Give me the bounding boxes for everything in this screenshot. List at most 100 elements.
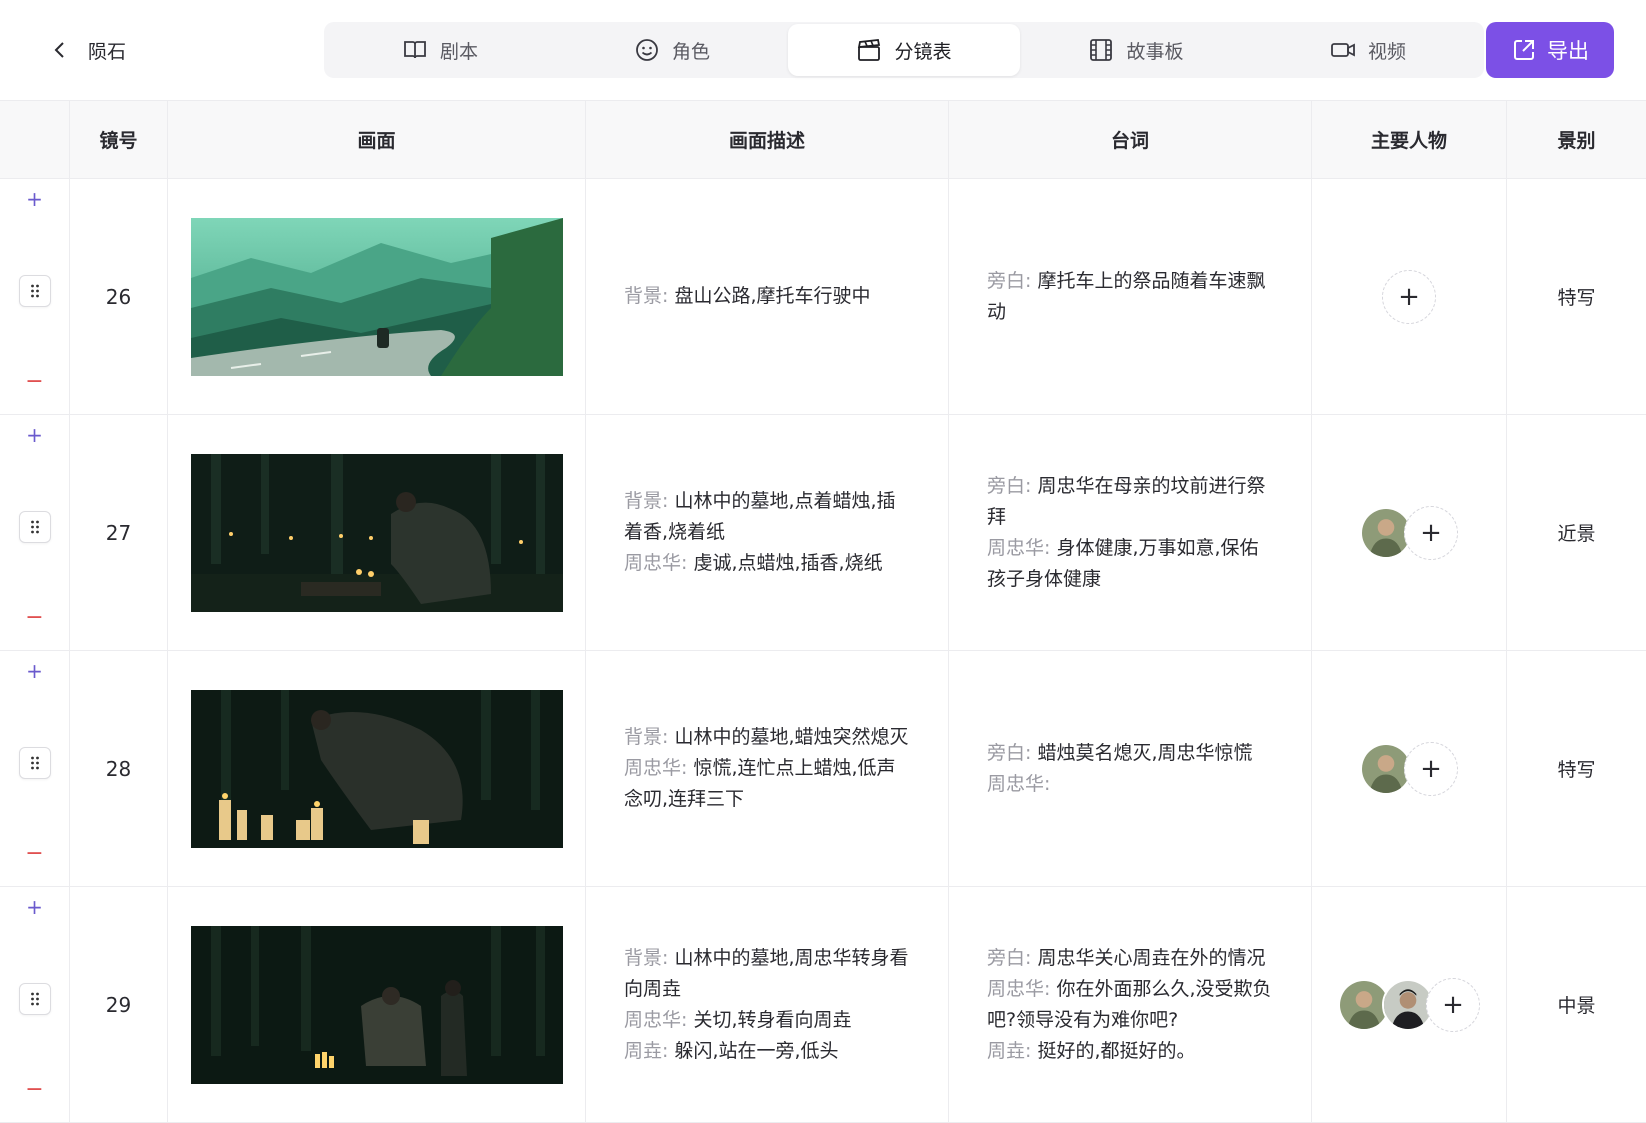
- top-bar: 陨石 剧本 角色 分镜表 故事板 视频 导出: [0, 0, 1646, 100]
- characters-cell: +: [1312, 887, 1507, 1122]
- line-label: 周垚:: [987, 1039, 1032, 1062]
- row-controls: + −: [0, 179, 70, 414]
- frame-image[interactable]: [190, 689, 563, 848]
- tab-label: 分镜表: [894, 40, 952, 63]
- tab-label: 角色: [671, 40, 710, 63]
- line-text: 挺好的,都挺好的。: [1037, 1039, 1196, 1062]
- tab-characters[interactable]: 角色: [556, 22, 788, 78]
- dialogue-cell: 旁白: 摩托车上的祭品随着车速飘动: [949, 179, 1312, 414]
- table-row: + − 27 背景: 山林中的墓地,点着蜡烛,插着香,烧着纸 周忠华: 虔诚,点…: [0, 415, 1646, 651]
- table-row: + − 29 背景: 山林中的墓地,周忠华转身看向周垚 周忠华: 关切,转身看向…: [0, 887, 1646, 1123]
- tab-label: 故事板: [1126, 40, 1184, 63]
- drag-handle[interactable]: [18, 510, 51, 543]
- desc-label: 周忠华:: [624, 757, 688, 779]
- film-icon: [1090, 39, 1113, 61]
- desc-label: 背景:: [624, 726, 669, 748]
- line-text: 蜡烛莫名熄灭,周忠华惊慌: [1037, 741, 1253, 764]
- column-header-controls: [0, 101, 70, 178]
- desc-text: 虔诚,点蜡烛,插香,烧纸: [693, 552, 883, 574]
- shot-size[interactable]: 特写: [1507, 179, 1646, 414]
- delete-row-button[interactable]: −: [25, 607, 43, 629]
- avatar-image: [1384, 980, 1432, 1029]
- tab-bar: 剧本 角色 分镜表 故事板 视频: [324, 22, 1484, 78]
- insert-row-above-button[interactable]: +: [26, 897, 43, 917]
- column-header-image: 画面: [168, 101, 586, 178]
- back-button[interactable]: 陨石: [50, 30, 126, 70]
- add-character-button[interactable]: +: [1426, 977, 1480, 1032]
- dialogue-cell: 旁白: 周忠华关心周垚在外的情况 周忠华: 你在外面那么久,没受欺负吧?领导没有…: [949, 887, 1312, 1122]
- line-label: 周忠华:: [987, 772, 1051, 795]
- chevron-left-icon: [54, 42, 64, 58]
- tab-video[interactable]: 视频: [1252, 22, 1484, 78]
- grip-icon: [30, 756, 39, 769]
- insert-row-above-button[interactable]: +: [26, 661, 43, 681]
- tab-script[interactable]: 剧本: [324, 22, 556, 78]
- grip-icon: [30, 992, 39, 1005]
- drag-handle[interactable]: [18, 746, 51, 779]
- column-header-dialogue: 台词: [949, 101, 1312, 178]
- delete-row-button[interactable]: −: [25, 843, 43, 865]
- desc-text: 盘山公路,摩托车行驶中: [674, 285, 871, 307]
- book-icon: [404, 41, 426, 59]
- drag-handle[interactable]: [18, 274, 51, 307]
- add-character-button[interactable]: +: [1404, 505, 1458, 560]
- desc-label: 周垚:: [624, 1039, 669, 1062]
- frame-image[interactable]: [190, 925, 563, 1084]
- video-camera-icon: [1331, 43, 1355, 57]
- insert-row-above-button[interactable]: +: [26, 189, 43, 209]
- tab-label: 视频: [1367, 40, 1406, 63]
- table-row: + − 28 背景: 山林中的墓地,蜡烛突然熄灭 周忠华: 惊慌,连忙点上蜡烛,…: [0, 651, 1646, 887]
- insert-row-above-button[interactable]: +: [26, 425, 43, 445]
- avatar-image: [1362, 744, 1410, 793]
- grip-icon: [30, 284, 39, 297]
- avatar-image: [1340, 980, 1388, 1029]
- project-title: 陨石: [88, 40, 127, 63]
- export-label: 导出: [1547, 39, 1589, 63]
- shot-size[interactable]: 特写: [1507, 651, 1646, 886]
- frame-image-cell: [168, 887, 586, 1122]
- drag-handle[interactable]: [18, 982, 51, 1015]
- description-cell: 背景: 盘山公路,摩托车行驶中: [586, 179, 949, 414]
- smiley-icon: [636, 39, 658, 61]
- add-character-button[interactable]: +: [1404, 741, 1458, 796]
- frame-image-cell: [168, 415, 586, 650]
- line-label: 旁白:: [987, 474, 1032, 497]
- shot-number: 27: [70, 415, 168, 650]
- column-header-characters: 主要人物: [1312, 101, 1507, 178]
- frame-image[interactable]: [190, 217, 563, 376]
- frame-image-cell: [168, 179, 586, 414]
- row-controls: + −: [0, 415, 70, 650]
- frame-image-cell: [168, 651, 586, 886]
- tab-storyboard-table[interactable]: 分镜表: [788, 24, 1020, 76]
- line-label: 旁白:: [987, 946, 1032, 969]
- tab-label: 剧本: [439, 40, 478, 63]
- row-controls: + −: [0, 887, 70, 1122]
- desc-text: 关切,转身看向周垚: [693, 1008, 852, 1031]
- dialogue-cell: 旁白: 蜡烛莫名熄灭,周忠华惊慌 周忠华:: [949, 651, 1312, 886]
- line-label: 周忠华:: [987, 536, 1051, 559]
- characters-cell: +: [1312, 415, 1507, 650]
- column-header-description: 画面描述: [586, 101, 949, 178]
- table-row: + − 26 背景: 盘山公路,摩托车行驶中 旁白: 摩托车上的祭品随着车速飘动…: [0, 179, 1646, 415]
- tab-storyboard[interactable]: 故事板: [1020, 22, 1252, 78]
- export-icon: [1514, 40, 1534, 60]
- desc-label: 周忠华:: [624, 1008, 688, 1031]
- description-cell: 背景: 山林中的墓地,点着蜡烛,插着香,烧着纸 周忠华: 虔诚,点蜡烛,插香,烧…: [586, 415, 949, 650]
- line-label: 旁白:: [987, 269, 1032, 292]
- line-label: 周忠华:: [987, 977, 1051, 1000]
- export-button[interactable]: 导出: [1486, 22, 1614, 78]
- shot-size[interactable]: 中景: [1507, 887, 1646, 1122]
- shot-number: 26: [70, 179, 168, 414]
- characters-cell: +: [1312, 179, 1507, 414]
- characters-cell: +: [1312, 651, 1507, 886]
- shot-number: 28: [70, 651, 168, 886]
- shot-size[interactable]: 近景: [1507, 415, 1646, 650]
- frame-image[interactable]: [190, 453, 563, 612]
- delete-row-button[interactable]: −: [25, 1079, 43, 1101]
- shot-number: 29: [70, 887, 168, 1122]
- dialogue-cell: 旁白: 周忠华在母亲的坟前进行祭拜 周忠华: 身体健康,万事如意,保佑孩子身体健…: [949, 415, 1312, 650]
- delete-row-button[interactable]: −: [25, 371, 43, 393]
- clapperboard-icon: [858, 39, 881, 61]
- add-character-button[interactable]: +: [1382, 269, 1436, 324]
- table-header: 镜号 画面 画面描述 台词 主要人物 景别: [0, 101, 1646, 179]
